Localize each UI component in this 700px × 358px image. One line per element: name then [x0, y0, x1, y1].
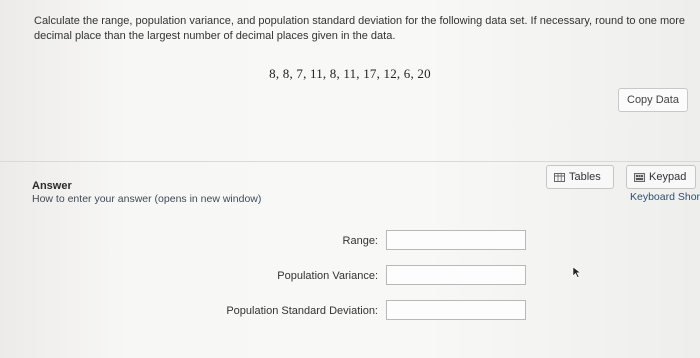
keypad-label: Keypad — [649, 171, 687, 183]
variance-input[interactable] — [386, 265, 526, 285]
tables-label: Tables — [569, 171, 601, 183]
section-divider — [0, 161, 700, 162]
range-input[interactable] — [386, 230, 526, 250]
tables-button[interactable]: Tables — [546, 165, 614, 189]
keyboard-shortcuts-link[interactable]: Keyboard Shortcuts — [630, 191, 700, 203]
sd-row: Population Standard Deviation: — [0, 300, 700, 324]
data-set: 8, 8, 7, 11, 8, 11, 17, 12, 6, 20 — [269, 66, 431, 81]
sd-input[interactable] — [386, 300, 526, 320]
variance-label: Population Variance: — [277, 270, 378, 282]
question-page: Calculate the range, population variance… — [0, 0, 700, 358]
help-link[interactable]: How to enter your answer (opens in new w… — [32, 193, 261, 205]
range-label: Range: — [342, 235, 378, 247]
table-grid-icon — [554, 172, 565, 182]
question-prompt: Calculate the range, population variance… — [34, 15, 686, 42]
answer-heading: Answer — [32, 180, 72, 192]
copy-data-button[interactable]: Copy Data — [618, 88, 688, 112]
keypad-button[interactable]: Keypad — [626, 165, 696, 189]
variance-row: Population Variance: — [0, 265, 700, 289]
sd-label: Population Standard Deviation: — [226, 305, 378, 317]
range-row: Range: — [0, 230, 700, 254]
keypad-icon — [634, 172, 645, 182]
mouse-pointer-icon — [572, 266, 582, 278]
